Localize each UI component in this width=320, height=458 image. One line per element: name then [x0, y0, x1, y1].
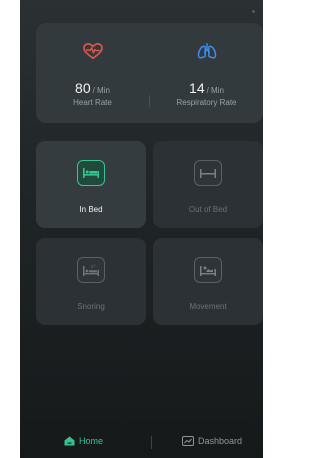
tile-in-bed[interactable]: In Bed: [36, 141, 146, 228]
lungs-icon: [197, 43, 216, 59]
heart-rate-label: Heart Rate: [73, 98, 112, 107]
tile-movement-label: Movement: [189, 302, 227, 311]
tile-out-of-bed[interactable]: Out of Bed: [153, 141, 263, 228]
nav-divider: [151, 436, 152, 449]
snoring-icon: z z: [77, 257, 105, 283]
bottom-nav: Home Dashboard: [20, 424, 263, 458]
in-bed-icon: [77, 160, 105, 186]
respiratory-rate-label: Respiratory Rate: [176, 98, 237, 107]
respiratory-rate-vital: 14/ Min Respiratory Rate: [150, 23, 263, 123]
vitals-card: 80/ Min Heart Rate 14/ Min Respiratory R…: [36, 23, 263, 123]
tile-movement[interactable]: Movement: [153, 238, 263, 325]
tile-snoring[interactable]: z z Snoring: [36, 238, 146, 325]
home-icon: [64, 436, 75, 446]
status-dot: [252, 10, 255, 13]
heart-rate-value: 80/ Min: [75, 80, 110, 96]
svg-text:z: z: [94, 264, 96, 268]
nav-dashboard[interactable]: Dashboard: [182, 436, 242, 446]
tile-snoring-label: Snoring: [77, 302, 105, 311]
dashboard-chart-icon: [182, 436, 194, 446]
heart-pulse-icon: [82, 42, 103, 60]
tile-in-bed-label: In Bed: [79, 205, 103, 214]
tile-out-of-bed-label: Out of Bed: [188, 205, 228, 214]
nav-dashboard-label: Dashboard: [198, 436, 243, 446]
nav-home[interactable]: Home: [64, 436, 103, 446]
respiratory-rate-value: 14/ Min: [189, 80, 224, 96]
movement-icon: [194, 257, 222, 283]
heart-rate-vital: 80/ Min Heart Rate: [36, 23, 149, 123]
respiratory-rate-unit: / Min: [206, 86, 224, 95]
nav-home-label: Home: [79, 436, 104, 446]
out-of-bed-icon: [194, 160, 222, 186]
app-screen: 80/ Min Heart Rate 14/ Min Respiratory R…: [20, 0, 263, 458]
heart-rate-unit: / Min: [92, 86, 110, 95]
